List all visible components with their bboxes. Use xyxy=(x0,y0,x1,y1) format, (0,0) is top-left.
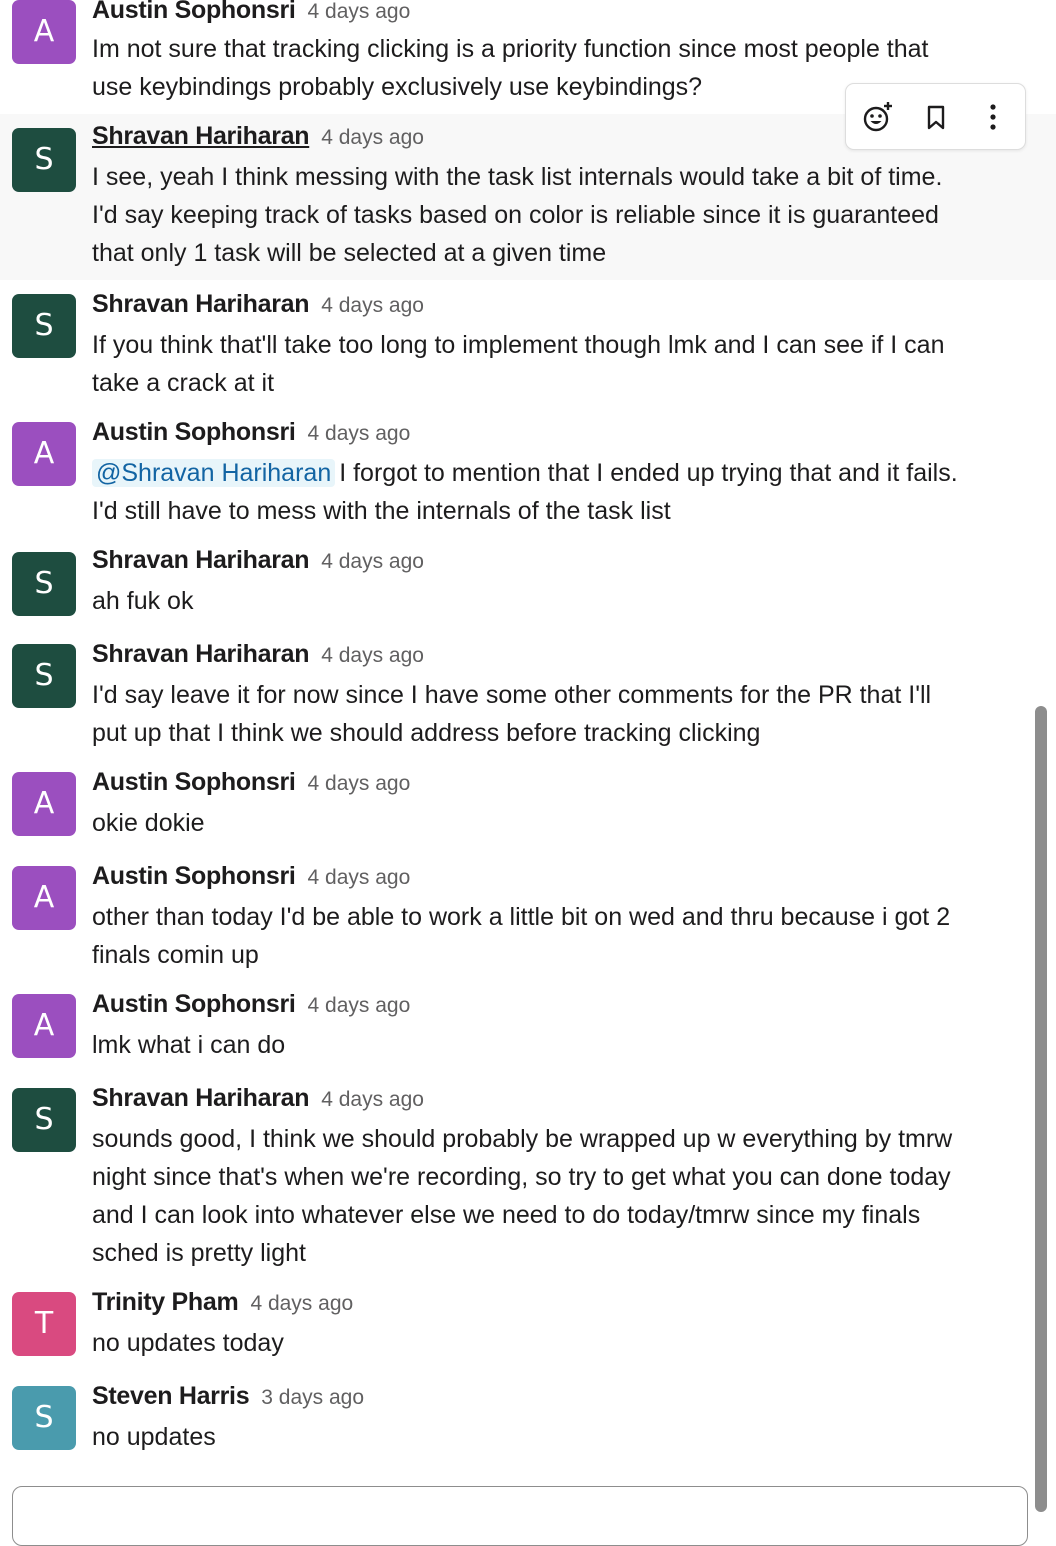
message-text: no updates xyxy=(92,1418,1032,1456)
avatar[interactable]: S xyxy=(12,552,76,616)
message-text: okie dokie xyxy=(92,804,1032,842)
message-line: lmk what i can do xyxy=(92,1031,286,1059)
message-line: take a crack at it xyxy=(92,369,275,397)
author-name[interactable]: Shravan Hariharan xyxy=(92,640,310,668)
message-line: put up that I think we should address be… xyxy=(92,719,761,747)
message-line: ah fuk ok xyxy=(92,587,194,615)
add-reaction-icon xyxy=(863,102,892,132)
avatar[interactable]: S xyxy=(12,644,76,708)
avatar[interactable]: S xyxy=(12,294,76,358)
timestamp[interactable]: 3 days ago xyxy=(261,1386,364,1409)
message: S Shravan Hariharan 4 days ago sounds goo… xyxy=(0,1074,1056,1278)
message-line: sched is pretty light xyxy=(92,1239,306,1267)
avatar[interactable]: A xyxy=(12,422,76,486)
timestamp[interactable]: 4 days ago xyxy=(308,422,411,445)
message: S Shravan Hariharan 4 days ago I'd say le… xyxy=(0,630,1056,758)
timestamp[interactable]: 4 days ago xyxy=(321,126,424,149)
message-text: @Shravan Hariharan I forgot to mention th… xyxy=(92,454,1032,530)
message-text: ah fuk ok xyxy=(92,582,1032,620)
message-line: I'd still have to mess with the internal… xyxy=(92,497,671,525)
message-composer[interactable] xyxy=(12,1486,1028,1546)
message-line: sounds good, I think we should probably … xyxy=(92,1125,953,1153)
avatar[interactable]: S xyxy=(12,128,76,192)
message-text: lmk what i can do xyxy=(92,1026,1032,1064)
message-line: finals comin up xyxy=(92,941,259,969)
author-name[interactable]: Steven Harris xyxy=(92,1382,250,1410)
timestamp[interactable]: 4 days ago xyxy=(308,772,411,795)
timestamp[interactable]: 4 days ago xyxy=(308,994,411,1017)
message-text: no updates today xyxy=(92,1324,1032,1362)
timestamp[interactable]: 4 days ago xyxy=(321,644,424,667)
message-text: I'd say leave it for now since I have so… xyxy=(92,676,1032,752)
avatar[interactable]: S xyxy=(12,1088,76,1152)
author-name[interactable]: Shravan Hariharan xyxy=(92,546,310,574)
message-line: and I can look into whatever else we nee… xyxy=(92,1201,921,1229)
message-actions-toolbar xyxy=(845,83,1026,150)
author-name[interactable]: Shravan Hariharan xyxy=(92,122,310,150)
message-line-text: I forgot to mention that I ended up tryi… xyxy=(339,459,958,487)
timestamp[interactable]: 4 days ago xyxy=(321,550,424,573)
timestamp[interactable]: 4 days ago xyxy=(321,294,424,317)
message-line: Im not sure that tracking clicking is a … xyxy=(92,35,929,63)
message: S Shravan Hariharan 4 days ago ah fuk ok xyxy=(0,536,1056,630)
avatar[interactable]: A xyxy=(12,772,76,836)
message-line: no updates xyxy=(92,1423,216,1451)
timestamp[interactable]: 4 days ago xyxy=(250,1292,353,1315)
message-line: If you think that'll take too long to im… xyxy=(92,331,945,359)
message-line: that only 1 task will be selected at a g… xyxy=(92,239,607,267)
message: A Austin Sophonsri 4 days ago @Shravan Ha… xyxy=(0,408,1056,536)
message-text: sounds good, I think we should probably … xyxy=(92,1120,1032,1272)
more-actions-icon xyxy=(990,104,996,130)
avatar[interactable]: A xyxy=(12,866,76,930)
save-message-button[interactable] xyxy=(917,98,955,136)
bookmark-icon xyxy=(927,105,945,130)
message: A Austin Sophonsri 4 days ago lmk what i … xyxy=(0,980,1056,1074)
message: S Shravan Hariharan 4 days ago If you thi… xyxy=(0,280,1056,408)
message-text: If you think that'll take too long to im… xyxy=(92,326,1032,402)
avatar[interactable]: S xyxy=(12,1386,76,1450)
message-line: @Shravan Hariharan I forgot to mention th… xyxy=(92,454,1032,492)
avatar[interactable]: A xyxy=(12,0,76,64)
message: A Austin Sophonsri 4 days ago other than … xyxy=(0,852,1056,980)
add-reaction-button[interactable] xyxy=(859,98,897,136)
author-name[interactable]: Shravan Hariharan xyxy=(92,1084,310,1112)
timestamp[interactable]: 4 days ago xyxy=(321,1088,424,1111)
message-feed: A Austin Sophonsri 4 days ago Im not sure… xyxy=(0,0,1056,1512)
message-line: no updates today xyxy=(92,1329,284,1357)
message-line: I see, yeah I think messing with the tas… xyxy=(92,163,943,191)
message-line: night since that's when we're recording,… xyxy=(92,1163,951,1191)
message-line: I'd say keeping track of tasks based on … xyxy=(92,201,939,229)
message: A Austin Sophonsri 4 days ago okie dokie xyxy=(0,758,1056,852)
author-name[interactable]: Shravan Hariharan xyxy=(92,290,310,318)
message-line: okie dokie xyxy=(92,809,205,837)
more-actions-button[interactable] xyxy=(974,98,1012,136)
author-name[interactable]: Trinity Pham xyxy=(92,1288,239,1316)
avatar[interactable]: T xyxy=(12,1292,76,1356)
message: T Trinity Pham 4 days ago no updates toda… xyxy=(0,1278,1056,1372)
author-name[interactable]: Austin Sophonsri xyxy=(92,418,296,446)
message-text: I see, yeah I think messing with the tas… xyxy=(92,158,1032,272)
message-line: other than today I'd be able to work a l… xyxy=(92,903,951,931)
timestamp[interactable]: 4 days ago xyxy=(308,0,411,23)
timestamp[interactable]: 4 days ago xyxy=(308,866,411,889)
author-name[interactable]: Austin Sophonsri xyxy=(92,0,296,24)
message-line: I'd say leave it for now since I have so… xyxy=(92,681,932,709)
scrollbar[interactable] xyxy=(1035,706,1047,1512)
author-name[interactable]: Austin Sophonsri xyxy=(92,862,296,890)
message: S Steven Harris 3 days ago no updates xyxy=(0,1372,1056,1466)
author-name[interactable]: Austin Sophonsri xyxy=(92,768,296,796)
user-mention[interactable]: @Shravan Hariharan xyxy=(92,459,336,487)
avatar[interactable]: A xyxy=(12,994,76,1058)
author-name[interactable]: Austin Sophonsri xyxy=(92,990,296,1018)
message-text: other than today I'd be able to work a l… xyxy=(92,898,1032,974)
